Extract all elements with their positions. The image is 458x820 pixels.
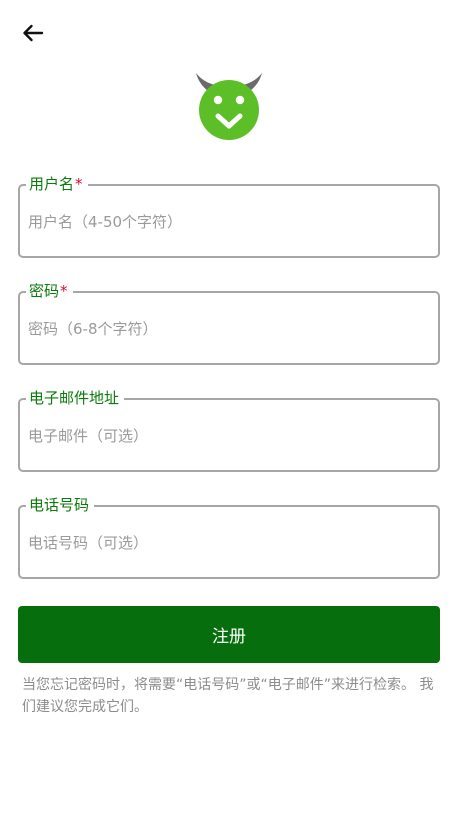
phone-input[interactable] bbox=[28, 532, 428, 554]
email-input[interactable] bbox=[28, 425, 428, 447]
arrow-left-icon bbox=[23, 24, 44, 42]
required-mark: * bbox=[75, 175, 83, 193]
phone-label: 电话号码 bbox=[26, 495, 95, 515]
password-label: 密码* bbox=[26, 281, 73, 301]
phone-field[interactable]: 电话号码 bbox=[18, 495, 440, 579]
happymod-logo-icon bbox=[193, 70, 265, 142]
email-field[interactable]: 电子邮件地址 bbox=[18, 388, 440, 472]
register-button[interactable]: 注册 bbox=[18, 606, 440, 663]
email-label: 电子邮件地址 bbox=[26, 388, 125, 408]
back-button[interactable] bbox=[16, 17, 50, 49]
password-field[interactable]: 密码* bbox=[18, 281, 440, 365]
username-field[interactable]: 用户名* bbox=[18, 174, 440, 258]
username-label: 用户名* bbox=[26, 174, 88, 194]
password-input[interactable] bbox=[28, 318, 428, 340]
username-input[interactable] bbox=[28, 211, 428, 233]
required-mark: * bbox=[60, 282, 68, 300]
recovery-notice: 当您忘记密码时，将需要“电话号码”或“电子邮件”来进行检索。 我们建议您完成它们… bbox=[22, 677, 434, 715]
